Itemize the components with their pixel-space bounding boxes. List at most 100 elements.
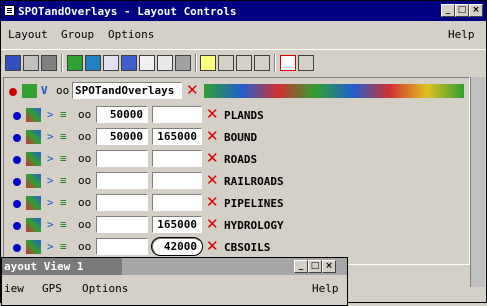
layer-dot-icon[interactable] — [13, 134, 21, 142]
sub-maximize-button[interactable]: □ — [308, 260, 322, 273]
binoculars-icon[interactable]: oo — [78, 108, 93, 122]
min-scale-field[interactable]: 50000 — [96, 128, 148, 145]
layer-row[interactable]: > ≡ oo 42000 ✕ CBSOILS — [4, 236, 469, 258]
toolbar — [1, 49, 486, 74]
window-menu-icon[interactable] — [4, 5, 15, 16]
sub-minimize-button[interactable]: _ — [294, 260, 308, 273]
layer-dot-icon[interactable] — [13, 178, 21, 186]
menu-options[interactable]: Options — [108, 28, 154, 41]
remove-layer-icon[interactable]: ✕ — [206, 217, 220, 232]
sub-menu-help[interactable]: Help — [312, 282, 339, 295]
layer-type-icon[interactable] — [26, 174, 41, 188]
plus-icon[interactable] — [218, 55, 234, 71]
layer-type-icon[interactable] — [26, 196, 41, 210]
binoculars-icon[interactable]: oo — [78, 196, 93, 210]
layer-controls-icon[interactable]: ≡ — [60, 240, 75, 254]
layer-type-icon[interactable] — [26, 218, 41, 232]
layer-add-icon[interactable] — [67, 55, 83, 71]
group-name-field[interactable]: SPOTandOverlays — [72, 82, 182, 99]
menu-layout[interactable]: Layout — [8, 28, 48, 41]
maximize-button[interactable]: □ — [455, 4, 469, 17]
layer-row[interactable]: > ≡ oo ✕ ROADS — [4, 148, 469, 170]
remove-layer-icon[interactable]: ✕ — [206, 239, 220, 254]
binoculars-icon[interactable]: oo — [78, 152, 93, 166]
minimize-button[interactable]: _ — [441, 4, 455, 17]
min-scale-field[interactable] — [96, 172, 148, 189]
remove-layer-icon[interactable]: ✕ — [206, 129, 220, 144]
layer-controls-icon[interactable]: ≡ — [60, 196, 75, 210]
layer-row[interactable]: > ≡ oo 50000 165000 ✕ BOUND — [4, 126, 469, 148]
max-scale-field[interactable] — [152, 194, 202, 211]
map-icon[interactable] — [121, 55, 137, 71]
layer-controls-icon[interactable]: ≡ — [60, 108, 75, 122]
remove-layer-icon[interactable]: ✕ — [206, 107, 220, 122]
layer-dot-icon[interactable] — [13, 222, 21, 230]
binoculars-icon[interactable]: oo — [78, 240, 93, 254]
layer-row[interactable]: > ≡ oo 50000 ✕ PLANDS — [4, 104, 469, 126]
min-scale-field[interactable] — [96, 150, 148, 167]
layer-row[interactable]: > ≡ oo ✕ RAILROADS — [4, 170, 469, 192]
layer-controls-icon[interactable]: ≡ — [60, 130, 75, 144]
sub-menu-options[interactable]: Options — [82, 282, 128, 295]
max-scale-field[interactable]: 42000 — [151, 237, 203, 256]
save-icon[interactable] — [5, 55, 21, 71]
layer-controls-icon[interactable]: ≡ — [60, 218, 75, 232]
layer-type-icon[interactable] — [26, 152, 41, 166]
layer-type-icon[interactable] — [26, 108, 41, 122]
window-icon[interactable] — [175, 55, 191, 71]
no-icon[interactable] — [280, 55, 296, 71]
menu-bar: Layout Group Options Help — [1, 23, 486, 47]
layer-dot-icon[interactable] — [13, 200, 21, 208]
sub-menu-view[interactable]: iew — [4, 282, 24, 295]
sub-close-button[interactable]: × — [322, 260, 336, 273]
vertical-scrollbar[interactable] — [470, 77, 485, 287]
menu-group[interactable]: Group — [61, 28, 94, 41]
remove-layer-icon[interactable]: ✕ — [206, 151, 220, 166]
layer-type-icon[interactable] — [26, 240, 41, 254]
active-dot[interactable] — [9, 88, 17, 96]
list-icon[interactable] — [157, 55, 173, 71]
group-toggle-icon[interactable] — [22, 84, 37, 98]
subwindow-title-bar[interactable]: ayout View 1 _ □ × — [2, 258, 347, 275]
print-icon[interactable] — [41, 55, 57, 71]
group-tools-icons[interactable] — [204, 84, 464, 98]
delete-group-icon[interactable]: ✕ — [186, 83, 200, 98]
close-button[interactable]: × — [469, 4, 483, 17]
layer-dot-icon[interactable] — [13, 156, 21, 164]
layer-row[interactable]: > ≡ oo ✕ PIPELINES — [4, 192, 469, 214]
grid-icon[interactable] — [103, 55, 119, 71]
remove-layer-icon[interactable]: ✕ — [206, 195, 220, 210]
title-bar[interactable]: SPOTandOverlays - Layout Controls _ □ × — [1, 1, 486, 21]
binoculars-icon[interactable]: oo — [78, 218, 93, 232]
layer-dot-icon[interactable] — [13, 244, 21, 252]
min-scale-field[interactable] — [96, 194, 148, 211]
binoculars-icon[interactable]: oo — [56, 84, 71, 98]
min-scale-field[interactable] — [96, 238, 148, 255]
minus-icon[interactable] — [236, 55, 252, 71]
max-scale-field[interactable]: 165000 — [152, 128, 202, 145]
pointer-1-icon[interactable] — [200, 55, 216, 71]
group-row[interactable]: V oo SPOTandOverlays ✕ — [4, 80, 469, 102]
layer-controls-icon[interactable]: ≡ — [60, 174, 75, 188]
min-scale-field[interactable]: 50000 — [96, 106, 148, 123]
max-scale-field[interactable] — [152, 150, 202, 167]
table-icon[interactable] — [139, 55, 155, 71]
save-as-icon[interactable] — [23, 55, 39, 71]
max-scale-field[interactable]: 165000 — [152, 216, 202, 233]
layer-dot-icon[interactable] — [13, 112, 21, 120]
help-icon[interactable] — [298, 55, 314, 71]
layer-type-icon[interactable] — [26, 130, 41, 144]
binoculars-icon[interactable]: oo — [78, 130, 93, 144]
max-scale-field[interactable] — [152, 106, 202, 123]
sub-menu-gps[interactable]: GPS — [42, 282, 62, 295]
max-scale-field[interactable] — [152, 172, 202, 189]
min-scale-field[interactable] — [96, 216, 148, 233]
pencil-icon[interactable] — [254, 55, 270, 71]
binoculars-icon[interactable]: oo — [78, 174, 93, 188]
group-add-icon[interactable] — [85, 55, 101, 71]
layer-controls-icon[interactable]: ≡ — [60, 152, 75, 166]
menu-help[interactable]: Help — [448, 28, 475, 41]
layer-row[interactable]: > ≡ oo 165000 ✕ HYDROLOGY — [4, 214, 469, 236]
remove-layer-icon[interactable]: ✕ — [206, 173, 220, 188]
visibility-icon[interactable]: V — [41, 84, 56, 98]
